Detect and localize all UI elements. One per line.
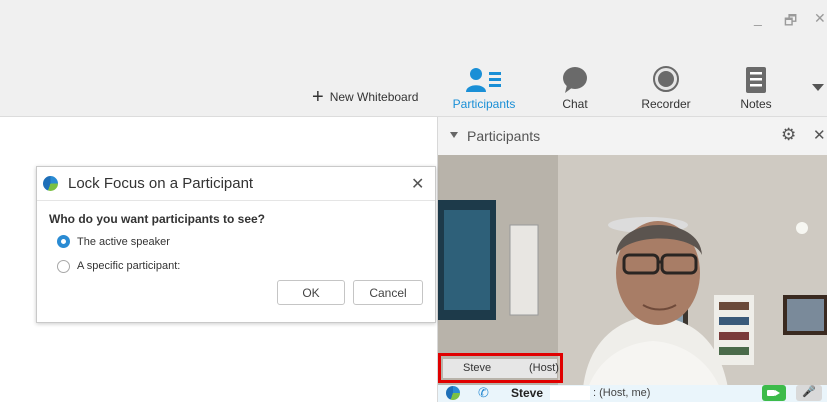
radio-active-speaker[interactable] [57, 235, 70, 248]
plus-icon: + [312, 86, 324, 108]
dialog-title: Lock Focus on a Participant [68, 175, 254, 192]
radio-specific-participant-label[interactable]: A specific participant: [77, 260, 180, 272]
video-participant-name: Steve [463, 362, 492, 374]
dialog-title-bar: Lock Focus on a Participant ✕ [37, 167, 435, 201]
tab-participants-label: Participants [452, 97, 516, 111]
webex-logo-icon [43, 176, 58, 191]
active-video-name-highlight: Steve (Host) [438, 353, 563, 383]
radio-specific-participant[interactable] [57, 260, 70, 273]
notes-icon [746, 67, 766, 93]
close-dialog-icon[interactable]: ✕ [411, 174, 424, 194]
maximize-icon[interactable]: 🗗 [784, 10, 797, 34]
video-name-label: Steve (Host) [443, 359, 559, 378]
radio-active-speaker-label[interactable]: The active speaker [77, 236, 170, 248]
close-window-icon[interactable]: ✕ [814, 10, 826, 27]
video-camera-icon[interactable] [762, 385, 786, 401]
dialog-question: Who do you want participants to see? [49, 212, 266, 226]
webex-app-icon [446, 386, 460, 400]
tab-notes-label: Notes [740, 97, 772, 111]
gear-icon[interactable]: ⚙ [781, 125, 796, 145]
participants-panel: Participants ⚙ ✕ Steve (Host) ✆ Steve: … [437, 117, 827, 402]
close-panel-icon[interactable]: ✕ [813, 126, 826, 144]
participants-panel-title: Participants [467, 128, 541, 144]
ok-button[interactable]: OK [277, 280, 345, 305]
new-whiteboard-button[interactable]: + New Whiteboard [312, 86, 419, 108]
participant-name-redaction [550, 386, 590, 400]
mute-microphone-icon[interactable]: 🎤 [796, 385, 822, 401]
collapse-icon[interactable] [450, 132, 458, 138]
participant-name: Steve [511, 386, 544, 400]
participants-icon [466, 68, 501, 92]
video-participant-role: (Host) [529, 362, 559, 374]
participant-list-item[interactable]: ✆ Steve : (Host, me) 🎤 [438, 385, 827, 402]
participant-video[interactable]: Steve (Host) [438, 155, 827, 388]
top-toolbar: _ 🗗 ✕ + New Whiteboard Participants Chat… [0, 0, 827, 117]
recorder-icon [653, 66, 679, 92]
phone-icon: ✆ [478, 385, 489, 400]
new-whiteboard-label: New Whiteboard [329, 90, 419, 104]
participants-panel-header: Participants ⚙ ✕ [438, 117, 827, 155]
cancel-button[interactable]: Cancel [353, 280, 423, 305]
tab-chat-label: Chat [562, 97, 588, 111]
lock-focus-dialog: Lock Focus on a Participant ✕ Who do you… [36, 166, 436, 323]
minimize-icon[interactable]: _ [754, 10, 762, 26]
more-options-icon[interactable] [812, 84, 824, 91]
participant-role: : (Host, me) [593, 387, 651, 399]
chat-icon [563, 67, 587, 93]
tab-recorder-label: Recorder [641, 97, 691, 111]
